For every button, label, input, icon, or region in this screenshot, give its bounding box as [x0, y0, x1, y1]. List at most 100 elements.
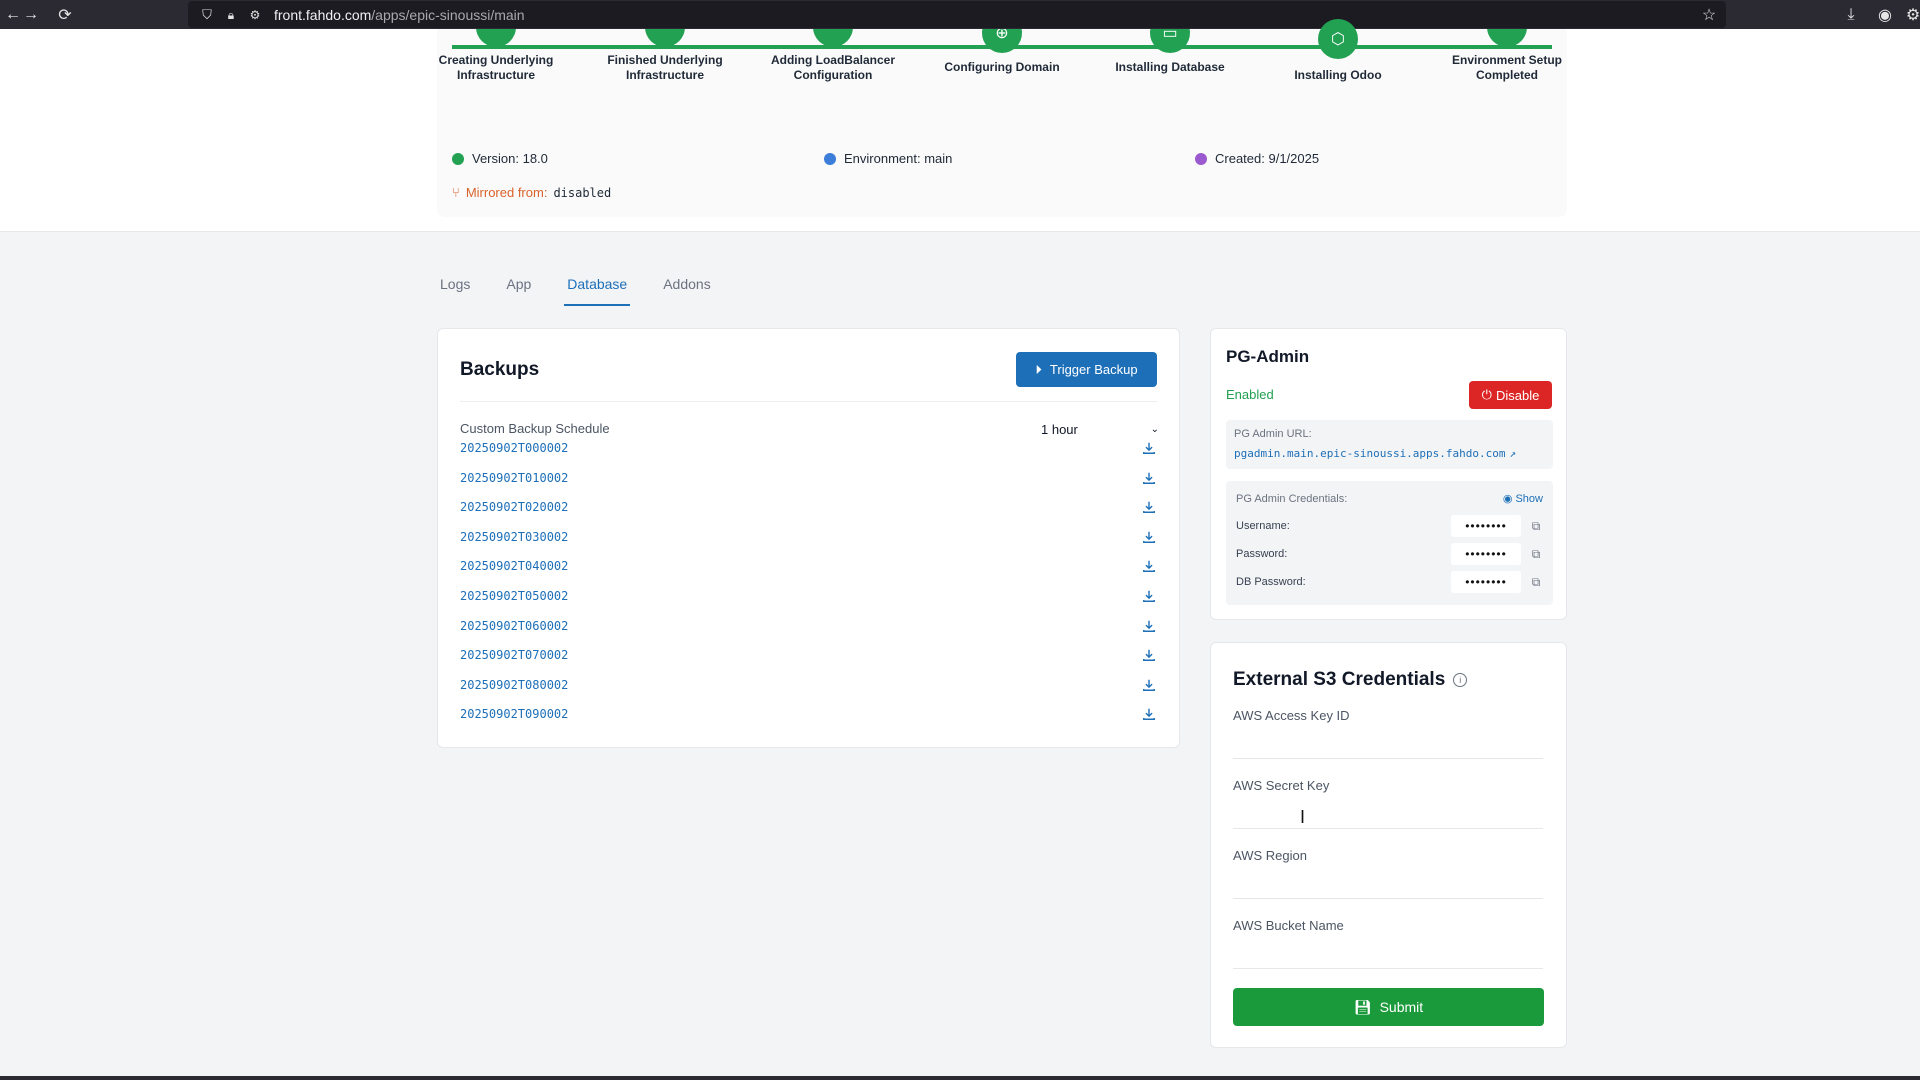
backup-link[interactable]: 20250902T030002: [460, 530, 568, 544]
bookmark-star-icon[interactable]: ☆: [1698, 4, 1720, 26]
git-branch-icon: ⑂: [452, 185, 460, 200]
backup-link[interactable]: 20250902T080002: [460, 678, 568, 692]
pgadmin-url-label: PG Admin URL:: [1234, 428, 1312, 440]
mirrored-info: ⑂ Mirrored from: disabled: [452, 185, 612, 200]
schedule-label: Custom Backup Schedule: [460, 421, 610, 436]
backup-link[interactable]: 20250902T010002: [460, 471, 568, 485]
download-icon[interactable]: [1141, 499, 1157, 515]
copy-icon[interactable]: ⧉: [1529, 575, 1543, 589]
divider: [460, 401, 1157, 402]
backup-link[interactable]: 20250902T020002: [460, 500, 568, 514]
download-icon[interactable]: [1141, 677, 1157, 693]
download-icon[interactable]: [1141, 706, 1157, 722]
download-icon[interactable]: [1141, 529, 1157, 545]
eye-icon: ◉: [1502, 493, 1513, 505]
version-info: Version: 18.0: [452, 151, 548, 166]
extensions-icon[interactable]: ⚙: [1902, 4, 1920, 26]
disable-button[interactable]: ⏻ Disable: [1469, 381, 1552, 409]
db-password-row: DB Password: •••••••• ⧉: [1236, 571, 1543, 593]
power-icon: ⏻: [1481, 387, 1492, 402]
downloads-icon[interactable]: ⤓: [1840, 4, 1862, 26]
credentials-box: PG Admin Credentials: ◉ Show Username: •…: [1226, 481, 1553, 605]
text-cursor-icon: I: [1300, 807, 1306, 827]
backup-link[interactable]: 20250902T050002: [460, 589, 568, 603]
info-icon[interactable]: i: [1453, 673, 1468, 687]
backup-row: 20250902T030002: [460, 525, 1157, 549]
backups-title: Backups: [460, 359, 540, 380]
copy-icon[interactable]: ⧉: [1529, 547, 1543, 561]
backup-row: 20250902T010002: [460, 466, 1157, 490]
backup-row: 20250902T070002: [460, 643, 1157, 667]
secret-key-label: AWS Secret Key: [1233, 778, 1330, 793]
secret-key-input[interactable]: [1233, 799, 1543, 829]
permissions-icon[interactable]: ⚙: [244, 4, 266, 26]
download-icon[interactable]: [1141, 588, 1157, 604]
account-icon[interactable]: ◉: [1874, 4, 1896, 26]
copy-icon[interactable]: ⧉: [1529, 519, 1543, 533]
step-label: Installing Database: [1115, 60, 1225, 74]
address-bar[interactable]: ⛉ 🔒︎ ⚙ front.fahdo.com/apps/epic-sinouss…: [188, 1, 1726, 28]
forward-icon[interactable]: →: [20, 4, 42, 26]
step-label: Environment Setup Completed: [1451, 53, 1562, 82]
download-icon[interactable]: [1141, 618, 1157, 634]
backup-link[interactable]: 20250902T000002: [460, 441, 568, 455]
created-info: Created: 9/1/2025: [1195, 151, 1319, 166]
reload-icon[interactable]: ⟳: [54, 4, 76, 26]
backups-card: Backups ⏵ Trigger Backup Custom Backup S…: [437, 328, 1180, 748]
backup-link[interactable]: 20250902T040002: [460, 559, 568, 573]
trigger-backup-button[interactable]: ⏵ Trigger Backup: [1016, 352, 1157, 387]
backup-row: 20250902T050002: [460, 584, 1157, 608]
credentials-label: PG Admin Credentials:: [1236, 493, 1348, 505]
bucket-label: AWS Bucket Name: [1233, 918, 1344, 933]
backup-row: 20250902T080002: [460, 673, 1157, 697]
pgadmin-url-box: PG Admin URL: pgadmin.main.epic-sinoussi…: [1226, 420, 1553, 469]
step-label: Installing Odoo: [1294, 68, 1382, 82]
backup-row: 20250902T090002: [460, 702, 1157, 726]
backup-link[interactable]: 20250902T090002: [460, 707, 568, 721]
status-badge: Enabled: [1226, 387, 1274, 402]
download-icon[interactable]: [1141, 440, 1157, 456]
download-icon[interactable]: [1141, 558, 1157, 574]
password-value: ••••••••: [1451, 543, 1521, 565]
tab-bar: Logs App Database Addons: [437, 270, 744, 306]
step-label: Creating Underlying Infrastructure: [438, 53, 554, 82]
environment-info: Environment: main: [824, 151, 952, 166]
download-icon[interactable]: [1141, 470, 1157, 486]
browser-toolbar: ← → ⟳ ⛉ 🔒︎ ⚙ front.fahdo.com/apps/epic-s…: [0, 0, 1920, 29]
backup-row: 20250902T000002: [460, 436, 1157, 460]
access-key-label: AWS Access Key ID: [1233, 708, 1350, 723]
lock-icon[interactable]: 🔒︎: [220, 4, 242, 26]
step-label: Configuring Domain: [944, 60, 1060, 74]
backup-row: 20250902T060002: [460, 614, 1157, 638]
tab-addons[interactable]: Addons: [660, 270, 713, 306]
status-dot-green: [452, 152, 464, 165]
show-credentials-button[interactable]: ◉ Show: [1502, 492, 1543, 506]
bucket-input[interactable]: [1233, 939, 1543, 969]
pgadmin-url-link[interactable]: pgadmin.main.epic-sinoussi.apps.fahdo.co…: [1234, 447, 1516, 460]
s3-credentials-card: External S3 Credentials i AWS Access Key…: [1210, 642, 1567, 1048]
backup-link[interactable]: 20250902T070002: [460, 648, 568, 662]
tab-app[interactable]: App: [503, 270, 534, 306]
step-label: Adding LoadBalancer Configuration: [770, 53, 895, 82]
username-value: ••••••••: [1451, 515, 1521, 537]
play-circle-icon: ⏵: [1035, 361, 1042, 377]
url-text[interactable]: front.fahdo.com/apps/epic-sinoussi/main: [274, 7, 525, 23]
region-label: AWS Region: [1233, 848, 1307, 863]
chevron-down-icon: ⌄: [1150, 423, 1159, 435]
download-icon[interactable]: [1141, 647, 1157, 663]
tab-logs[interactable]: Logs: [437, 270, 473, 306]
s3-title: External S3 Credentials i: [1233, 669, 1468, 691]
submit-button[interactable]: 💾︎ Submit: [1233, 988, 1544, 1026]
shield-icon[interactable]: ⛉: [196, 4, 218, 26]
db-password-value: ••••••••: [1451, 571, 1521, 593]
pgadmin-title: PG-Admin: [1226, 347, 1310, 366]
backup-link[interactable]: 20250902T060002: [460, 619, 568, 633]
backup-row: 20250902T040002: [460, 554, 1157, 578]
pgadmin-card: PG-Admin Enabled ⏻ Disable PG Admin URL:…: [1210, 328, 1567, 620]
access-key-input[interactable]: [1233, 729, 1543, 759]
username-row: Username: •••••••• ⧉: [1236, 515, 1543, 537]
tab-database[interactable]: Database: [564, 270, 631, 306]
save-icon: 💾︎: [1353, 998, 1372, 1015]
status-dot-purple: [1195, 152, 1207, 165]
region-input[interactable]: [1233, 869, 1543, 899]
